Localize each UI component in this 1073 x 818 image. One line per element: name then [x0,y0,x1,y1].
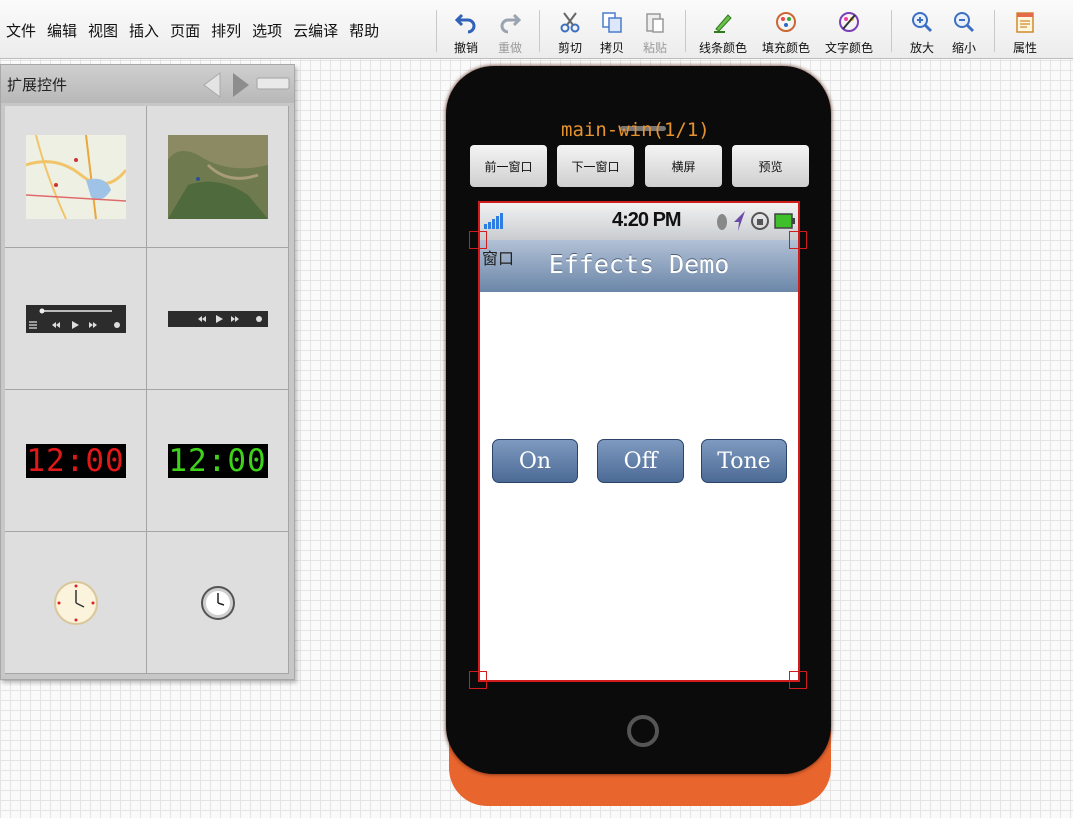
redo-button[interactable]: 重做 [496,8,524,56]
phone-screen[interactable]: 4:20 PM 窗口 Effects Demo On Off Tone [478,201,800,682]
audio-player-control-tile[interactable] [147,248,289,390]
controls-grid: 12:00 12:00 [5,106,289,674]
text-color-icon [835,8,863,36]
redo-icon [496,8,524,36]
copy-label: 拷贝 [599,41,624,55]
rotation-lock-icon [750,208,770,238]
paste-button[interactable]: 粘贴 [641,8,669,56]
collapse-panel-icon[interactable] [256,77,290,95]
copy-icon [598,8,626,36]
fill-color-button[interactable]: 填充颜色 [762,8,810,56]
fill-color-label: 填充颜色 [762,41,811,55]
status-time: 4:20 PM [612,209,682,231]
wall-clock-icon [200,585,235,620]
resize-handle-top-right[interactable] [789,231,807,249]
text-color-label: 文字颜色 [825,41,874,55]
road-map-thumbnail [25,134,126,219]
menu-page[interactable]: 页面 [170,20,200,41]
panel-title: 扩展控件 [7,76,68,94]
paste-icon [641,8,669,36]
scissors-icon [556,8,584,36]
text-color-button[interactable]: 文字颜色 [825,8,873,56]
window-title: main-win(1/1) [561,119,710,141]
prev-page-icon[interactable] [201,71,223,103]
previous-window-button[interactable]: 前一窗口 [470,145,547,187]
toolbar-separator [436,10,437,52]
undo-button[interactable]: 撤销 [452,8,480,56]
zoom-out-icon [950,8,978,36]
wall-clock-tile[interactable] [147,532,289,674]
resize-handle-bottom-right[interactable] [789,671,807,689]
menu-view[interactable]: 视图 [88,20,118,41]
toolbar: 文件 编辑 视图 插入 页面 排列 选项 云编译 帮助 撤销 重做 剪切 拷贝 [0,0,1073,59]
next-page-icon[interactable] [230,71,252,103]
on-button[interactable]: On [492,439,578,483]
resize-handle-bottom-left[interactable] [469,671,487,689]
undo-icon [452,8,480,36]
properties-icon [1011,8,1039,36]
properties-label: 属性 [1012,41,1037,55]
green-clock-display: 12:00 [167,442,268,479]
red-digital-clock-tile[interactable]: 12:00 [5,390,147,532]
pencil-icon [709,8,737,36]
copy-button[interactable]: 拷贝 [598,8,626,56]
zoom-out-label: 缩小 [951,41,976,55]
nav-title: Effects Demo [548,250,730,279]
menu-file[interactable]: 文件 [6,20,36,41]
preview-button[interactable]: 预览 [732,145,809,187]
menu-help[interactable]: 帮助 [349,20,379,41]
toolbar-separator [539,10,540,52]
menu-edit[interactable]: 编辑 [47,20,77,41]
satellite-map-thumbnail [167,134,268,219]
toolbar-separator [891,10,892,52]
signal-icon [484,212,506,234]
navigation-bar: 窗口 Effects Demo [480,240,798,292]
audio-player-thumbnail [167,310,268,327]
red-clock-display: 12:00 [25,442,126,479]
panel-header: 扩展控件 [1,65,294,103]
zoom-out-button[interactable]: 缩小 [950,8,978,56]
extension-controls-panel: 扩展控件 12:00 12:00 [0,64,295,680]
paint-bucket-icon [772,8,800,36]
home-button[interactable] [627,715,659,747]
properties-button[interactable]: 属性 [1011,8,1039,56]
off-button[interactable]: Off [597,439,684,483]
line-color-label: 线条颜色 [699,41,748,55]
menu-arrange[interactable]: 排列 [211,20,241,41]
toolbar-separator [685,10,686,52]
undo-label: 撤销 [453,41,478,55]
video-player-control-tile[interactable] [5,248,147,390]
map-control-tile[interactable] [5,106,147,248]
video-player-thumbnail [25,304,126,333]
analog-clock-tile[interactable] [5,532,147,674]
satellite-map-control-tile[interactable] [147,106,289,248]
redo-label: 重做 [497,41,522,55]
menu-options[interactable]: 选项 [252,20,282,41]
line-color-button[interactable]: 线条颜色 [699,8,747,56]
status-bar: 4:20 PM [480,203,798,240]
alarm-icon [716,212,728,236]
toolbar-separator [994,10,995,52]
menu-cloud-compile[interactable]: 云编译 [293,20,338,41]
cut-label: 剪切 [557,41,582,55]
location-arrow-icon [732,210,746,236]
landscape-button[interactable]: 横屏 [645,145,722,187]
zoom-in-label: 放大 [909,41,934,55]
paste-label: 粘贴 [642,41,667,55]
menu-insert[interactable]: 插入 [129,20,159,41]
menu-bar: 文件 编辑 视图 插入 页面 排列 选项 云编译 帮助 [6,20,390,41]
battery-icon [774,213,796,233]
zoom-in-button[interactable]: 放大 [908,8,936,56]
tone-button[interactable]: Tone [701,439,787,483]
resize-handle-top-left[interactable] [469,231,487,249]
zoom-in-icon [908,8,936,36]
cut-button[interactable]: 剪切 [556,8,584,56]
next-window-button[interactable]: 下一窗口 [557,145,634,187]
green-digital-clock-tile[interactable]: 12:00 [147,390,289,532]
analog-clock-icon [53,580,98,625]
